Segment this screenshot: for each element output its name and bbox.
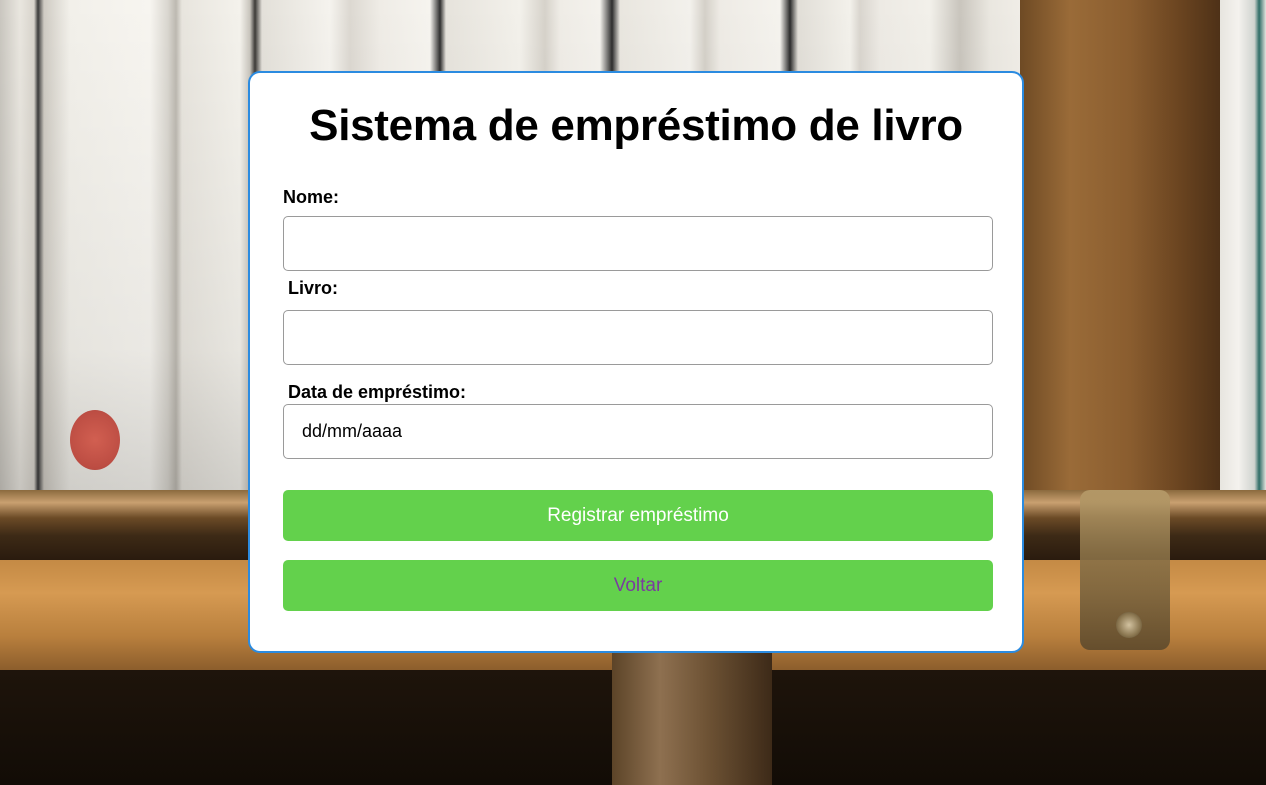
registrar-emprestimo-button[interactable]: Registrar empréstimo (283, 490, 993, 541)
page: Sistema de empréstimo de livro Nome: Liv… (0, 0, 1266, 785)
nome-label: Nome: (283, 187, 340, 207)
nome-input[interactable] (283, 216, 993, 271)
bookshelf-background-right (1220, 0, 1266, 500)
livro-label: Livro: (288, 278, 339, 298)
ladder-post-background (612, 640, 772, 785)
data-emprestimo-input[interactable]: dd/mm/aaaa (283, 404, 993, 459)
loan-form-card: Sistema de empréstimo de livro Nome: Liv… (248, 71, 1024, 653)
voltar-button[interactable]: Voltar (283, 560, 993, 611)
page-title: Sistema de empréstimo de livro (309, 101, 963, 150)
bracket-screw-icon (1116, 612, 1142, 638)
data-emprestimo-label: Data de empréstimo: (288, 382, 467, 402)
livro-input[interactable] (283, 310, 993, 365)
date-placeholder: dd/mm/aaaa (302, 421, 403, 441)
book-sticker-decoration (70, 410, 120, 470)
